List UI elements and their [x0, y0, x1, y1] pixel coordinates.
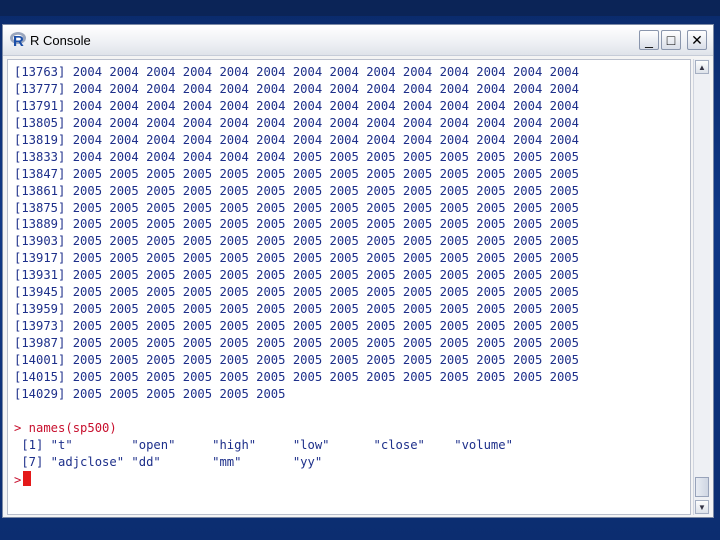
title-bar[interactable]: R R Console _ □ ✕	[3, 25, 713, 56]
scroll-thumb[interactable]	[695, 477, 709, 497]
console-output-line: [1] "t" "open" "high" "low" "close" "vol…	[14, 437, 513, 452]
console-output-line: [14015] 2005 2005 2005 2005 2005 2005 20…	[14, 369, 579, 384]
maximize-icon: □	[666, 32, 676, 48]
console-output-line: [13917] 2005 2005 2005 2005 2005 2005 20…	[14, 251, 579, 266]
console-output-line: [13805] 2004 2004 2004 2004 2004 2004 20…	[14, 115, 579, 130]
arrow-down-icon: ▼	[698, 502, 706, 512]
minimize-icon: _	[645, 32, 653, 48]
console-output-line: [13903] 2005 2005 2005 2005 2005 2005 20…	[14, 234, 579, 249]
svg-text:R: R	[13, 33, 24, 48]
console-output-line: [13819] 2004 2004 2004 2004 2004 2004 20…	[14, 132, 579, 147]
taskbar-strip	[0, 0, 720, 16]
text-cursor	[23, 470, 32, 486]
console-output-line: [13791] 2004 2004 2004 2004 2004 2004 20…	[14, 98, 579, 113]
console-prompt: >	[14, 472, 22, 487]
console-output[interactable]: [13763] 2004 2004 2004 2004 2004 2004 20…	[7, 59, 691, 515]
console-output-line: [13763] 2004 2004 2004 2004 2004 2004 20…	[14, 65, 579, 79]
console-output-line: [13833] 2004 2004 2004 2004 2004 2004 20…	[14, 149, 579, 164]
console-output-line: [13875] 2005 2005 2005 2005 2005 2005 20…	[14, 200, 579, 215]
console-output-line: [13889] 2005 2005 2005 2005 2005 2005 20…	[14, 217, 579, 232]
console-lines: [13763] 2004 2004 2004 2004 2004 2004 20…	[14, 64, 579, 487]
minimize-button[interactable]: _	[639, 30, 659, 50]
console-command-line: > names(sp500)	[14, 420, 117, 435]
console-output-line: [13959] 2005 2005 2005 2005 2005 2005 20…	[14, 302, 579, 317]
r-logo-icon: R	[10, 32, 26, 48]
scroll-down-button[interactable]: ▼	[695, 500, 709, 514]
close-icon: ✕	[691, 32, 703, 48]
vertical-scrollbar[interactable]: ▲ ▼	[693, 59, 710, 515]
r-console-window[interactable]: R R Console _ □ ✕ [13763] 2004 2004 2004…	[2, 24, 714, 518]
console-output-line: [7] "adjclose" "dd" "mm" "yy"	[14, 454, 323, 469]
maximize-button[interactable]: □	[661, 30, 681, 50]
scroll-up-button[interactable]: ▲	[695, 60, 709, 74]
console-output-line: [14029] 2005 2005 2005 2005 2005 2005	[14, 386, 286, 401]
console-output-line: [13931] 2005 2005 2005 2005 2005 2005 20…	[14, 268, 579, 283]
console-output-line: [13861] 2005 2005 2005 2005 2005 2005 20…	[14, 183, 579, 198]
window-title: R Console	[30, 33, 91, 48]
console-output-line: [13973] 2005 2005 2005 2005 2005 2005 20…	[14, 319, 579, 334]
console-output-line: [13777] 2004 2004 2004 2004 2004 2004 20…	[14, 81, 579, 96]
console-prompt-line[interactable]: >	[14, 470, 579, 488]
console-output-line: [13847] 2005 2005 2005 2005 2005 2005 20…	[14, 166, 579, 181]
arrow-up-icon: ▲	[698, 62, 706, 72]
console-output-line: [13945] 2005 2005 2005 2005 2005 2005 20…	[14, 285, 579, 300]
console-output-line: [14001] 2005 2005 2005 2005 2005 2005 20…	[14, 352, 579, 367]
close-button[interactable]: ✕	[687, 30, 707, 50]
console-output-line: [13987] 2005 2005 2005 2005 2005 2005 20…	[14, 336, 579, 350]
